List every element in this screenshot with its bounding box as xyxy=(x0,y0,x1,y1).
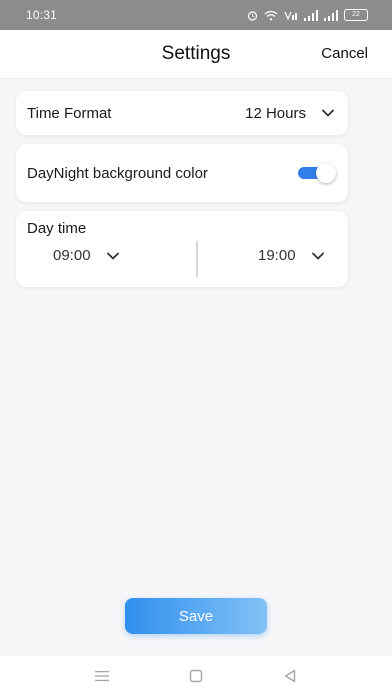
daytime-row: 09:00 19:00 xyxy=(27,241,337,281)
status-icons: 22 xyxy=(247,9,368,21)
page-title: Settings xyxy=(161,43,231,64)
time-format-select[interactable]: 12 Hours xyxy=(245,105,336,122)
daytime-card: Day time 09:00 19:00 xyxy=(16,211,348,287)
save-button[interactable]: Save xyxy=(125,598,267,634)
cancel-button[interactable]: Cancel xyxy=(315,44,374,63)
menu-icon[interactable] xyxy=(92,666,112,686)
status-time: 10:31 xyxy=(26,8,58,22)
back-icon[interactable] xyxy=(280,666,300,686)
battery-icon: 22 xyxy=(344,9,368,21)
time-format-card: Time Format 12 Hours xyxy=(16,91,348,135)
status-bar: 10:31 22 xyxy=(0,0,392,30)
end-time-picker[interactable]: 19:00 xyxy=(258,247,326,264)
daytime-label: Day time xyxy=(27,220,87,237)
chevron-down-icon xyxy=(310,248,326,264)
nav-bar xyxy=(0,656,392,696)
header: Settings Cancel xyxy=(0,30,392,79)
chevron-down-icon xyxy=(320,105,336,121)
daynight-toggle[interactable] xyxy=(298,162,336,184)
toggle-knob xyxy=(316,163,336,183)
alarm-icon xyxy=(247,10,258,21)
signal-icon xyxy=(304,9,318,21)
start-time-value: 09:00 xyxy=(53,247,91,264)
daynight-label: DayNight background color xyxy=(27,164,208,182)
wifi-icon xyxy=(264,10,278,21)
volte-icon xyxy=(284,10,298,21)
time-format-value: 12 Hours xyxy=(245,104,306,122)
time-divider xyxy=(196,241,198,277)
chevron-down-icon xyxy=(105,248,121,264)
signal-icon xyxy=(324,9,338,21)
time-format-label: Time Format xyxy=(27,104,112,122)
start-time-picker[interactable]: 09:00 xyxy=(53,247,121,264)
end-time-value: 19:00 xyxy=(258,247,296,264)
home-icon[interactable] xyxy=(186,666,206,686)
daynight-card: DayNight background color xyxy=(16,144,348,202)
